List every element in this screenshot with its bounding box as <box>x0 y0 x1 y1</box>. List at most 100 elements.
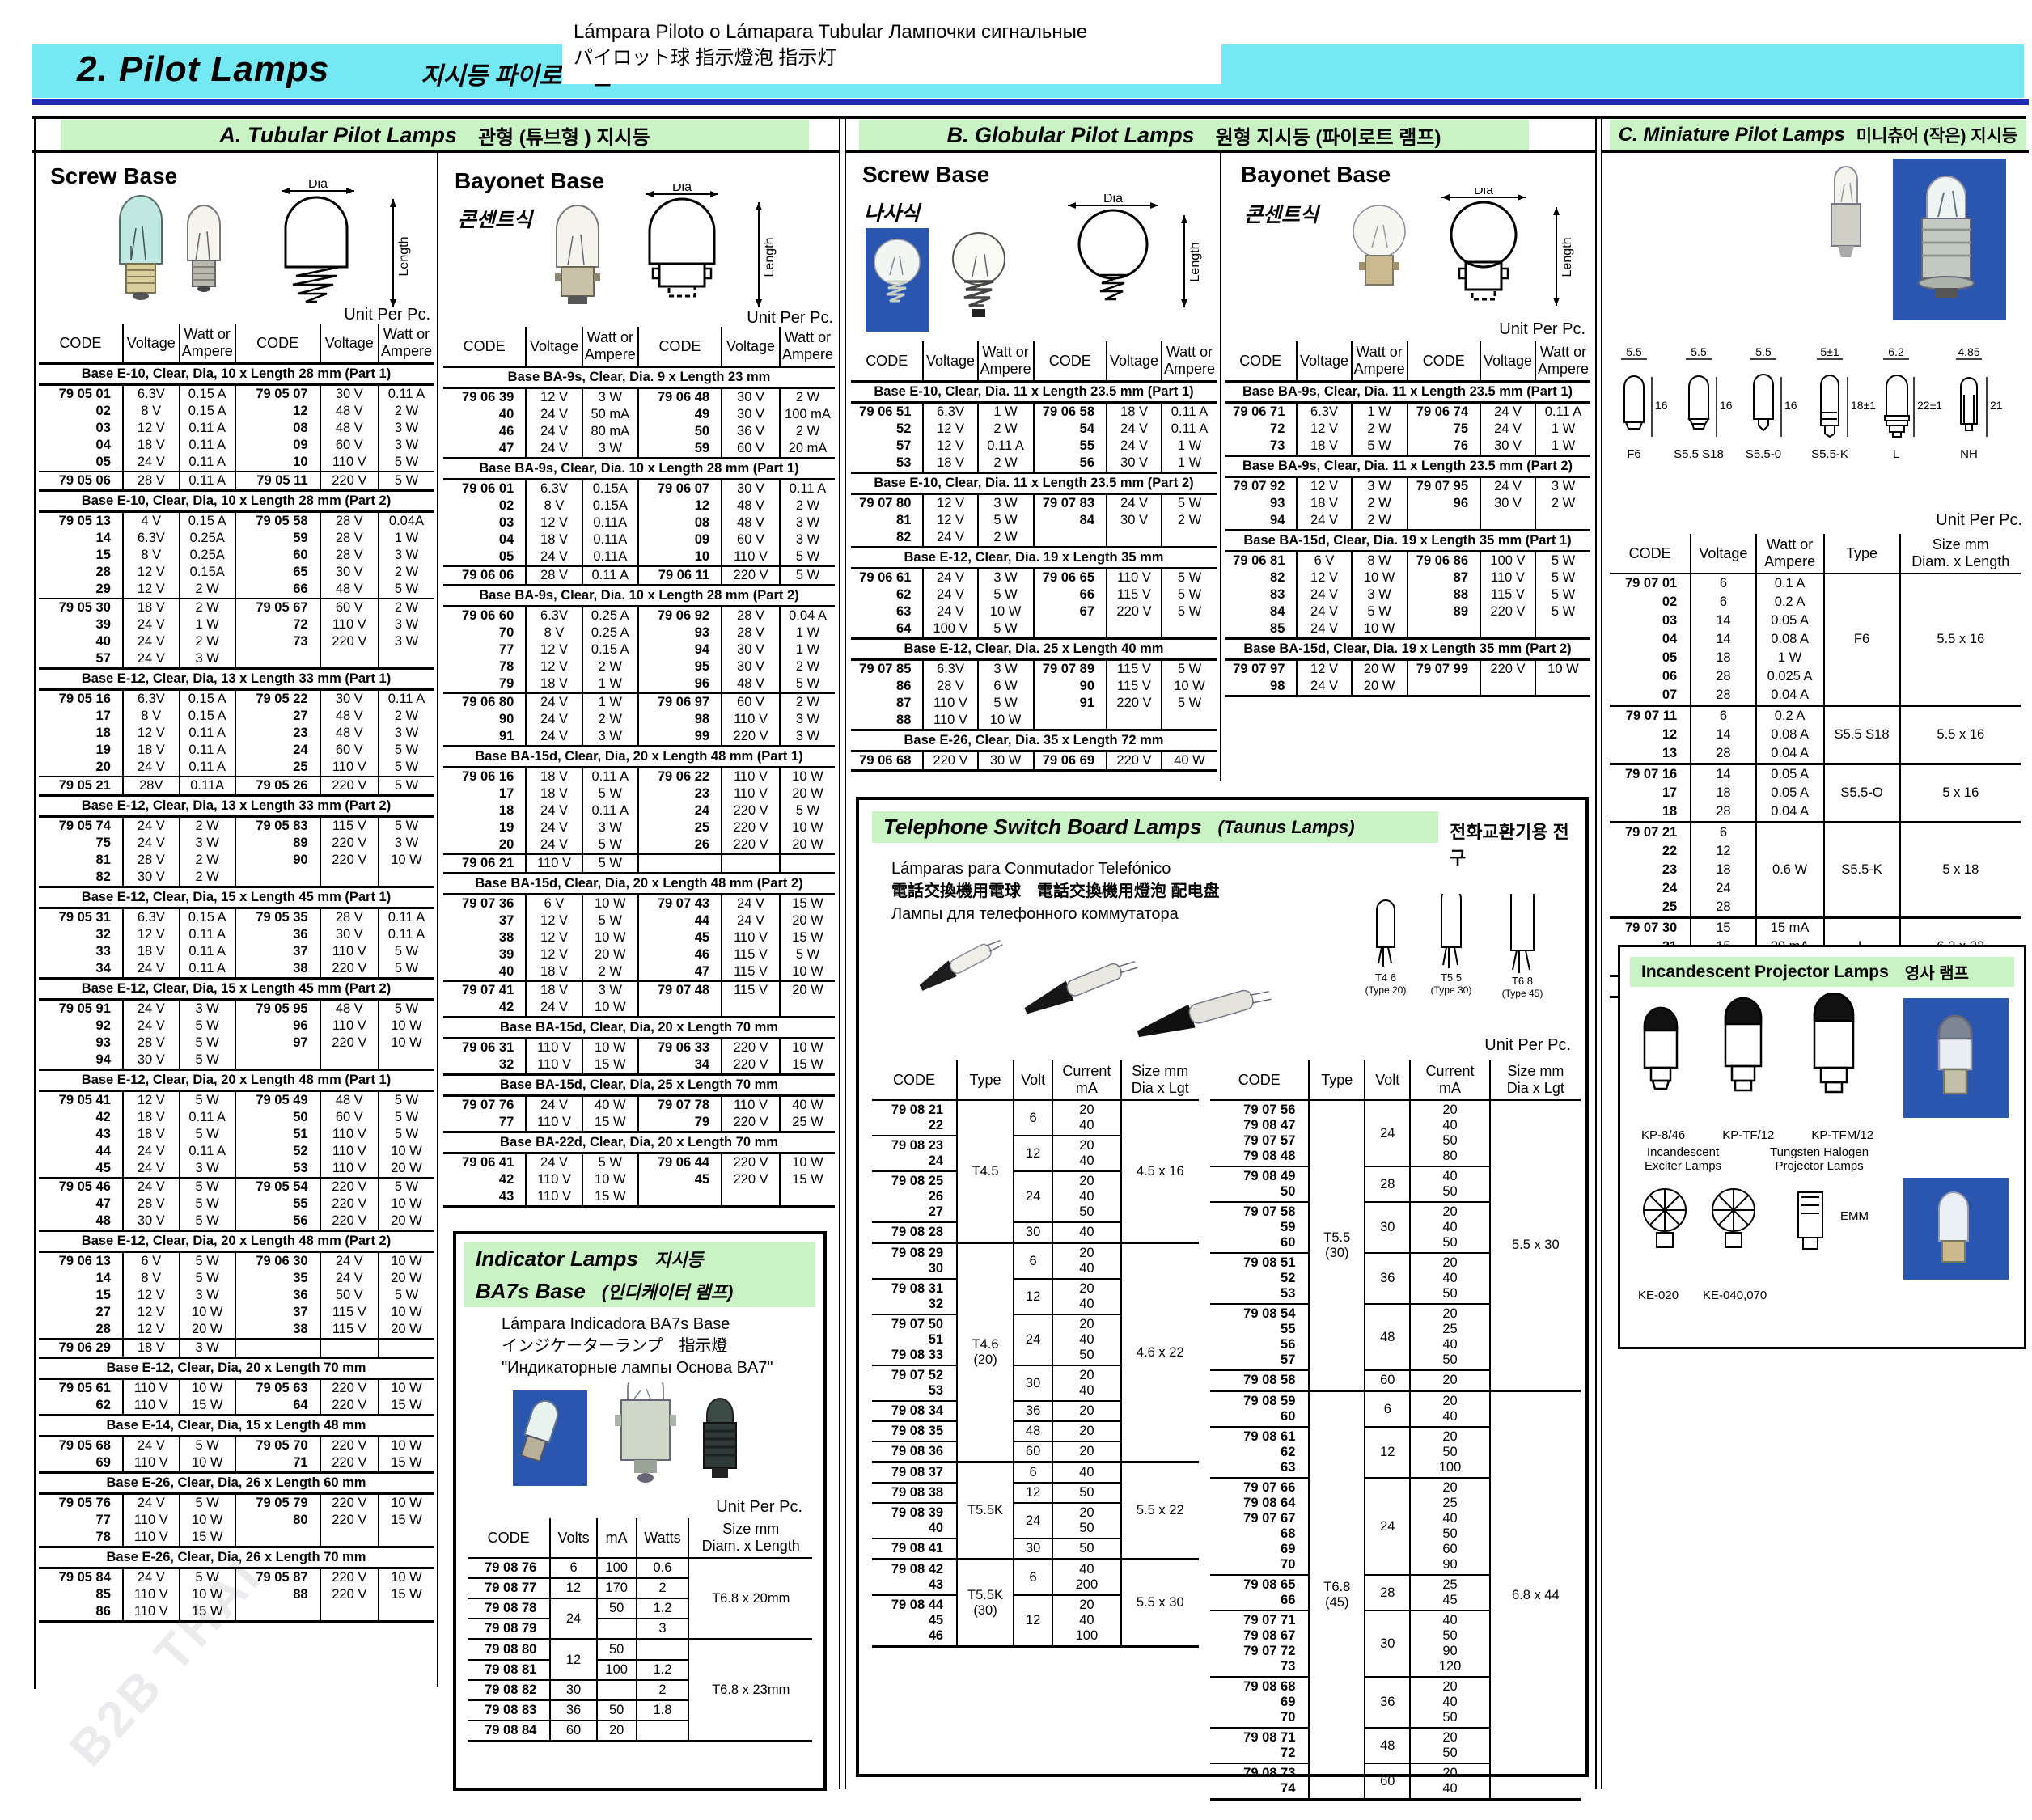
code-cell: 48 <box>39 1213 123 1231</box>
code-cell: 18 <box>39 725 123 742</box>
value-cell: 24 V <box>1297 620 1351 639</box>
value-cell: 1.2 <box>637 1660 689 1680</box>
column-header: mA <box>597 1518 637 1558</box>
group-title: Base BA-15d, Clear, Dia. 19 x Length 35 … <box>1225 531 1590 552</box>
table-row: 3912 V20 W46115 V5 W <box>443 946 835 963</box>
code-cell: 79 08 34 <box>872 1401 957 1421</box>
value-cell: 0.11 A <box>180 725 235 742</box>
group-title: Base BA-15d, Clear, Dia, 25 x Length 70 … <box>443 1075 835 1096</box>
code-cell: 79 05 83 <box>235 817 320 836</box>
value-cell: 40 50 <box>1410 1166 1489 1202</box>
code-cell: 14 <box>39 1270 123 1287</box>
value-cell: 10 W <box>379 1143 434 1160</box>
value-cell: 24 V <box>526 999 582 1018</box>
value-cell <box>722 1188 780 1207</box>
table-row: 9430 V5 W <box>39 1052 434 1070</box>
value-cell: 20 40 <box>1052 1243 1120 1280</box>
code-cell: 90 <box>235 852 320 869</box>
table-row: 9024 V2 W98110 V3 W <box>443 711 835 728</box>
value-cell: 24 V <box>123 1160 180 1178</box>
code-cell: 47 <box>39 1196 123 1213</box>
value-cell: 3 W <box>582 440 638 459</box>
value-cell: 0.25A <box>180 547 235 564</box>
value-cell: 0.6 W <box>1756 861 1824 879</box>
value-cell: 0.11 A <box>1535 403 1590 421</box>
code-cell: 79 06 06 <box>443 566 526 586</box>
tel-line-ru: Лампы для телефонного коммутатора <box>891 904 1179 925</box>
value-cell: 1.8 <box>637 1700 689 1721</box>
diagram-length-dim: 16 <box>1720 399 1733 412</box>
code-cell: 23 <box>1610 861 1691 879</box>
code-cell: 12 <box>1610 726 1691 744</box>
column-header: Voltage <box>1107 341 1162 382</box>
tubular-bulb-photo <box>113 193 243 314</box>
table-row: 79 08 42 43T5.5K (30)640 2005.5 x 30 <box>872 1560 1199 1596</box>
value-cell: 5 W <box>978 620 1034 639</box>
value-cell: 20 50 <box>1052 1503 1120 1539</box>
value-cell: 1 W <box>582 675 638 693</box>
value-cell: 30 V <box>722 658 780 675</box>
code-cell: 39 <box>39 616 123 633</box>
value-cell: 5 W <box>379 759 434 777</box>
value-cell: 10 W <box>379 852 434 869</box>
value-cell: 12 V <box>526 514 582 531</box>
table-row: 42110 V10 W45220 V15 W <box>443 1171 835 1188</box>
table-row: 8112 V5 W8430 V2 W <box>851 512 1217 529</box>
column-header: CODE <box>468 1518 550 1558</box>
value-cell: 2 <box>637 1578 689 1598</box>
code-cell: 90 <box>443 711 526 728</box>
value-cell: 0.11 A <box>180 960 235 979</box>
value-cell <box>1535 678 1590 696</box>
code-cell: 18 <box>443 802 526 819</box>
code-cell: 34 <box>638 1056 722 1075</box>
value-cell: 18 V <box>526 981 582 999</box>
value-cell: 36 <box>550 1700 597 1721</box>
group-title: Base E-26, Clear, Dia. 35 x Length 72 mm <box>851 730 1217 751</box>
value-cell: 115 V <box>1480 586 1535 603</box>
value-cell: 12 V <box>123 926 180 943</box>
indicator-title-korean: 지시등 <box>654 1246 704 1272</box>
value-cell: 50 V <box>320 1287 379 1304</box>
value-cell: 5 W <box>379 1000 434 1018</box>
code-cell: 67 <box>1034 603 1107 620</box>
code-cell: 79 08 35 <box>872 1421 957 1441</box>
code-cell: 79 06 69 <box>1034 751 1107 771</box>
code-cell: 86 <box>851 678 923 695</box>
code-cell: 98 <box>1225 678 1297 696</box>
value-cell: 3 W <box>180 835 235 852</box>
value-cell: 48 <box>1014 1421 1052 1441</box>
code-cell: 91 <box>443 728 526 747</box>
table-row: 79 07 856.3V3 W79 07 89115 V5 W <box>851 660 1217 679</box>
code-cell: 79 07 83 <box>1034 494 1107 513</box>
group-title: Base E-10, Clear, Dia. 11 x Length 23.5 … <box>851 473 1217 494</box>
section-a-rule <box>32 150 839 153</box>
value-cell: 0.11A <box>582 514 638 531</box>
section-b-rule <box>845 150 1595 153</box>
group-title: Base BA-9s, Clear, Dia. 9 x Length 23 mm <box>443 367 835 388</box>
code-cell: 79 06 71 <box>1225 403 1297 421</box>
group-title: Base E-12, Clear, Dia, 13 x Length 33 mm… <box>39 669 434 690</box>
value-cell: 2 W <box>780 693 835 711</box>
code-cell: 79 05 11 <box>235 472 320 491</box>
divider-a-cols <box>437 152 438 1687</box>
code-cell <box>1034 529 1107 548</box>
value-cell: 2 W <box>1352 421 1408 438</box>
code-cell: 28 <box>39 564 123 581</box>
value-cell: 220 V <box>722 1056 780 1075</box>
code-cell: 89 <box>235 835 320 852</box>
value-cell: 0.08 A <box>1756 726 1824 744</box>
dia-label: Dia <box>308 180 328 191</box>
code-cell: 79 08 42 43 <box>872 1560 957 1596</box>
value-cell: 12 V <box>123 1321 180 1339</box>
code-cell: 79 05 54 <box>235 1178 320 1196</box>
value-cell: 12 V <box>1297 421 1351 438</box>
code-cell: 79 07 43 <box>638 895 722 913</box>
code-cell: 04 <box>1610 630 1691 649</box>
table-row: 178 V0.15 A2748 V2 W <box>39 708 434 725</box>
code-cell: 80 <box>235 1512 320 1529</box>
code-cell: 79 05 58 <box>235 512 320 531</box>
value-cell: 2 W <box>1535 495 1590 512</box>
code-cell: 79 06 13 <box>39 1252 123 1271</box>
column-header: CODE <box>638 327 722 367</box>
value-cell: 2 W <box>780 423 835 440</box>
